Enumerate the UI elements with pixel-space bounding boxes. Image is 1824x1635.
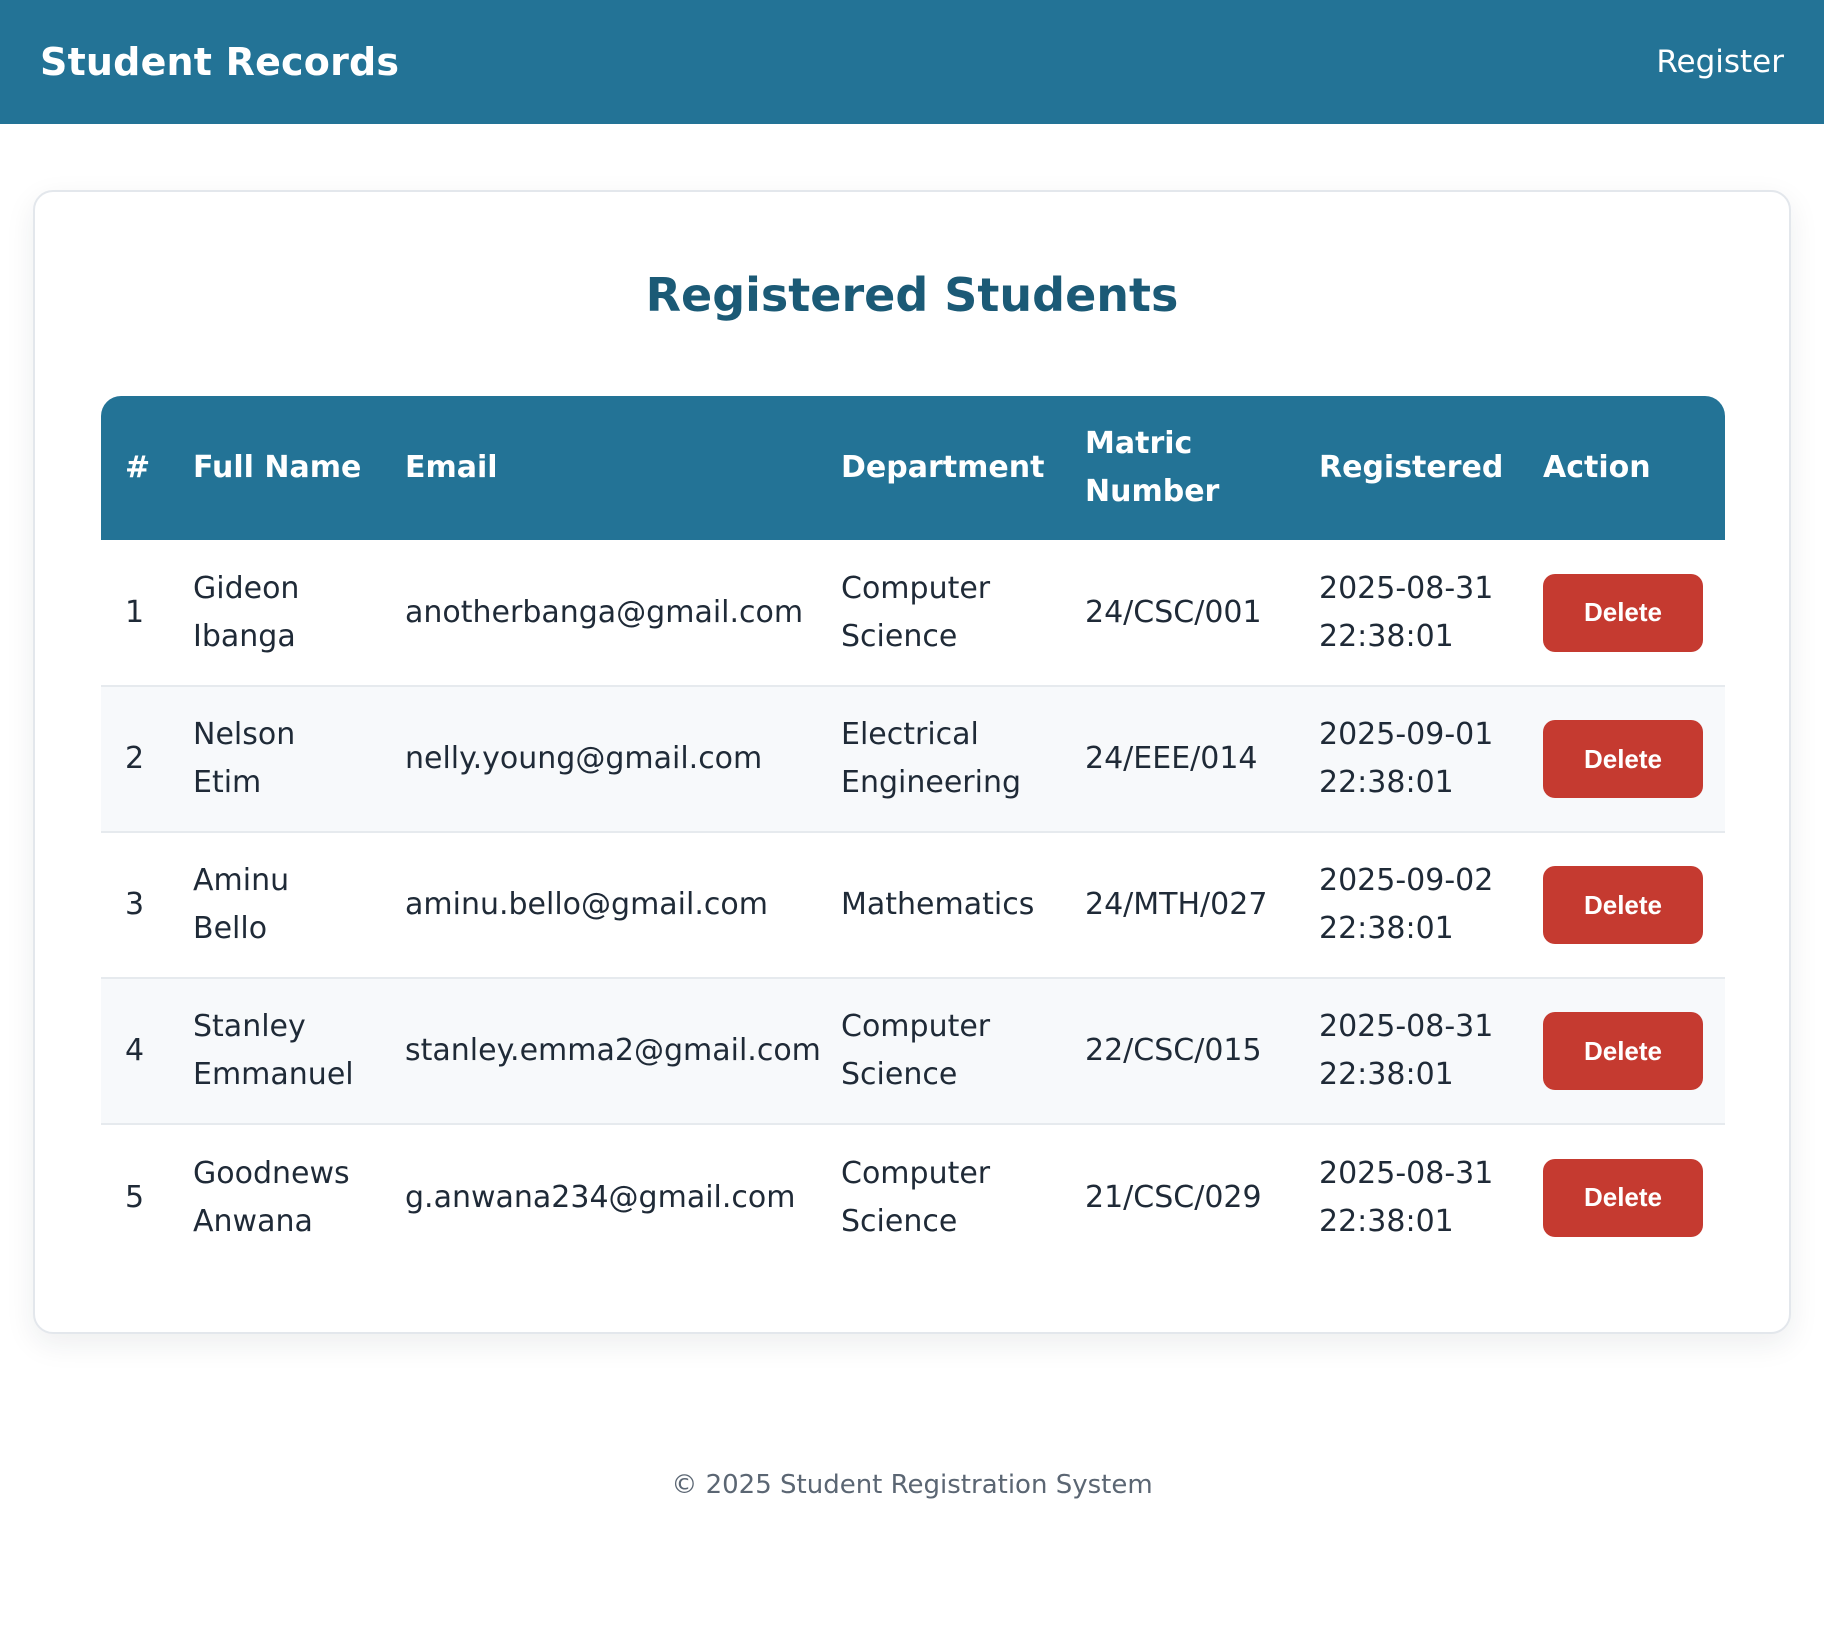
name-last: Ibanga <box>193 618 296 654</box>
cell-email: aminu.bello@gmail.com <box>381 832 817 979</box>
department-line2: Science <box>841 618 958 654</box>
delete-button[interactable]: Delete <box>1543 573 1703 652</box>
cell-matric-number: 24/EEE/014 <box>1061 686 1295 833</box>
cell-index: 2 <box>101 686 169 833</box>
cell-matric-number: 22/CSC/015 <box>1061 978 1295 1125</box>
registered-date: 2025-08-31 <box>1319 1155 1494 1191</box>
cell-action: Delete <box>1519 832 1725 979</box>
cell-full-name: Aminu Bello <box>169 832 381 979</box>
name-first: Stanley <box>193 1009 306 1044</box>
cell-action: Delete <box>1519 686 1725 833</box>
department-line1: Electrical <box>841 717 979 752</box>
name-last: Etim <box>193 765 262 800</box>
students-table-wrapper: # Full Name Email Department Matric Numb… <box>101 396 1725 1270</box>
name-last: Bello <box>193 911 268 946</box>
registered-time: 22:38:01 <box>1319 618 1454 654</box>
registered-date: 2025-09-02 <box>1319 863 1494 898</box>
registered-time: 22:38:01 <box>1319 1203 1454 1239</box>
cell-registered: 2025-09-01 22:38:01 <box>1295 686 1519 833</box>
cell-matric-number: 24/MTH/027 <box>1061 832 1295 979</box>
cell-index: 1 <box>101 540 169 687</box>
department-line1: Computer <box>841 1009 991 1044</box>
department-line2: Science <box>841 1203 958 1239</box>
cell-email: anotherbanga@gmail.com <box>381 540 817 687</box>
cell-index: 4 <box>101 978 169 1125</box>
department-line1: Computer <box>841 1155 991 1191</box>
cell-full-name: Nelson Etim <box>169 686 381 833</box>
cell-matric-number: 21/CSC/029 <box>1085 1179 1262 1215</box>
registered-date: 2025-09-01 <box>1319 717 1494 752</box>
cell-department: Mathematics <box>817 832 1061 979</box>
matric-header-line2: Number <box>1085 474 1220 509</box>
cell-email: g.anwana234@gmail.com <box>405 1179 796 1215</box>
table-row: 2 Nelson Etim nelly.young@gmail.com Elec… <box>101 686 1725 833</box>
cell-department: Computer Science <box>817 978 1061 1125</box>
footer-copyright: © 2025 Student Registration System <box>671 1470 1153 1500</box>
name-first: Goodnews <box>193 1155 350 1191</box>
cell-action: Delete <box>1519 540 1725 687</box>
department-line2: Engineering <box>841 765 1021 800</box>
cell-registered: 2025-08-31 22:38:01 <box>1295 978 1519 1125</box>
column-header-full-name: Full Name <box>193 450 362 485</box>
cell-index: 3 <box>101 832 169 979</box>
name-first: Aminu <box>193 863 290 898</box>
delete-button[interactable]: Delete <box>1543 720 1703 798</box>
table-row: 3 Aminu Bello aminu.bello@gmail.com Math… <box>101 832 1725 979</box>
table-body: 1 Gideon Ibanga anotherbanga@gmail.com C… <box>101 540 1725 1270</box>
column-header-registered: Registered <box>1319 450 1504 485</box>
cell-registered: 2025-08-31 22:38:01 <box>1295 540 1519 687</box>
column-header-department: Department <box>841 450 1045 485</box>
delete-button[interactable]: Delete <box>1543 1012 1703 1090</box>
registered-date: 2025-08-31 <box>1319 1009 1494 1044</box>
page-title: Registered Students <box>645 268 1179 322</box>
cell-index: 5 <box>125 1179 145 1215</box>
delete-button[interactable]: Delete <box>1543 866 1703 944</box>
cell-department: Computer Science <box>817 1124 1061 1270</box>
cell-email: nelly.young@gmail.com <box>381 686 817 833</box>
table-header-row: # Full Name Email Department Matric Numb… <box>101 396 1725 540</box>
registered-time: 22:38:01 <box>1319 911 1454 946</box>
department-line2: Science <box>841 1057 958 1092</box>
column-header-email: Email <box>405 450 498 485</box>
matric-header-line1: Matric <box>1085 426 1193 461</box>
cell-full-name: Gideon Ibanga <box>169 540 381 687</box>
top-navbar: Student Records Register <box>0 0 1824 124</box>
cell-department: Electrical Engineering <box>817 686 1061 833</box>
brand-title: Student Records <box>40 40 400 84</box>
cell-action: Delete <box>1519 1124 1725 1270</box>
cell-full-name: Goodnews Anwana <box>169 1124 381 1270</box>
column-header-matric-number: Matric Number <box>1061 396 1295 540</box>
students-card: Registered Students # Full Name Email De… <box>33 190 1791 1334</box>
register-link[interactable]: Register <box>1656 44 1784 80</box>
name-last: Anwana <box>193 1203 313 1239</box>
registered-date: 2025-08-31 <box>1319 570 1494 606</box>
cell-registered: 2025-08-31 22:38:01 <box>1295 1124 1519 1270</box>
registered-time: 22:38:01 <box>1319 1057 1454 1092</box>
table-row: 4 Stanley Emmanuel stanley.emma2@gmail.c… <box>101 978 1725 1125</box>
cell-action: Delete <box>1519 978 1725 1125</box>
department-line1: Mathematics <box>841 887 1035 922</box>
cell-matric-number: 24/CSC/001 <box>1061 540 1295 687</box>
department-line1: Computer <box>841 570 991 606</box>
cell-email: stanley.emma2@gmail.com <box>381 978 821 1125</box>
column-header-index: # <box>125 450 151 485</box>
students-table: # Full Name Email Department Matric Numb… <box>101 396 1725 1270</box>
cell-registered: 2025-09-02 22:38:01 <box>1295 832 1519 979</box>
registered-time: 22:38:01 <box>1319 765 1454 800</box>
cell-full-name: Stanley Emmanuel <box>169 978 381 1125</box>
delete-button[interactable]: Delete <box>1543 1158 1703 1237</box>
name-first: Nelson <box>193 717 296 752</box>
table-row: 1 Gideon Ibanga anotherbanga@gmail.com C… <box>101 540 1725 687</box>
name-last: Emmanuel <box>193 1057 354 1092</box>
name-first: Gideon <box>193 570 300 606</box>
table-header: # Full Name Email Department Matric Numb… <box>101 396 1725 540</box>
column-header-action: Action <box>1543 450 1651 485</box>
table-row: 5 Goodnews Anwana g.anwana234@gmail.com … <box>101 1124 1725 1270</box>
cell-department: Computer Science <box>817 540 1061 687</box>
